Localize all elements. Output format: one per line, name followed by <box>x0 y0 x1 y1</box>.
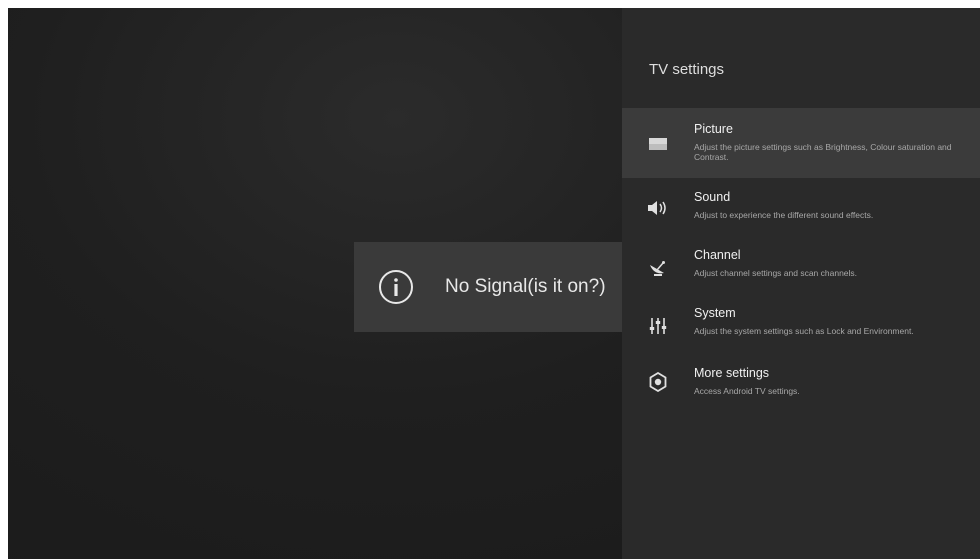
menu-item-description: Adjust channel settings and scan channel… <box>694 268 858 278</box>
menu-item-title: Sound <box>694 190 731 204</box>
menu-item-system[interactable]: System Adjust the system settings such a… <box>622 294 980 364</box>
info-circle-icon <box>376 267 416 307</box>
gear-icon <box>644 370 672 394</box>
menu-item-description: Adjust to experience the different sound… <box>694 210 874 220</box>
menu-item-more-settings[interactable]: More settings Access Android TV settings… <box>622 364 980 422</box>
menu-item-title: Picture <box>694 122 733 136</box>
menu-item-channel[interactable]: Channel Adjust channel settings and scan… <box>622 236 980 294</box>
speaker-icon <box>644 196 672 220</box>
menu-item-description: Access Android TV settings. <box>694 386 800 396</box>
menu-item-description: Adjust the picture settings such as Brig… <box>694 142 952 162</box>
menu-item-picture[interactable]: Picture Adjust the picture settings such… <box>622 108 980 178</box>
tv-settings-panel: TV settings Picture Adjust the picture s… <box>622 8 980 559</box>
menu-item-title: More settings <box>694 366 770 380</box>
menu-item-title: Channel <box>694 248 741 262</box>
menu-item-sound[interactable]: Sound Adjust to experience the different… <box>622 178 980 236</box>
menu-item-description: Adjust the system settings such as Lock … <box>694 326 914 336</box>
panel-title: TV settings <box>649 61 725 78</box>
menu-item-title: System <box>694 306 736 320</box>
satellite-dish-icon <box>644 256 672 280</box>
picture-icon <box>644 132 672 156</box>
sliders-icon <box>644 314 672 338</box>
no-signal-message: No Signal(is it on?) <box>445 276 606 297</box>
settings-menu: Picture Adjust the picture settings such… <box>622 108 980 422</box>
tv-screen: No Signal(is it on?) TV settings Picture… <box>8 8 980 559</box>
no-signal-toast: No Signal(is it on?) <box>354 242 630 332</box>
